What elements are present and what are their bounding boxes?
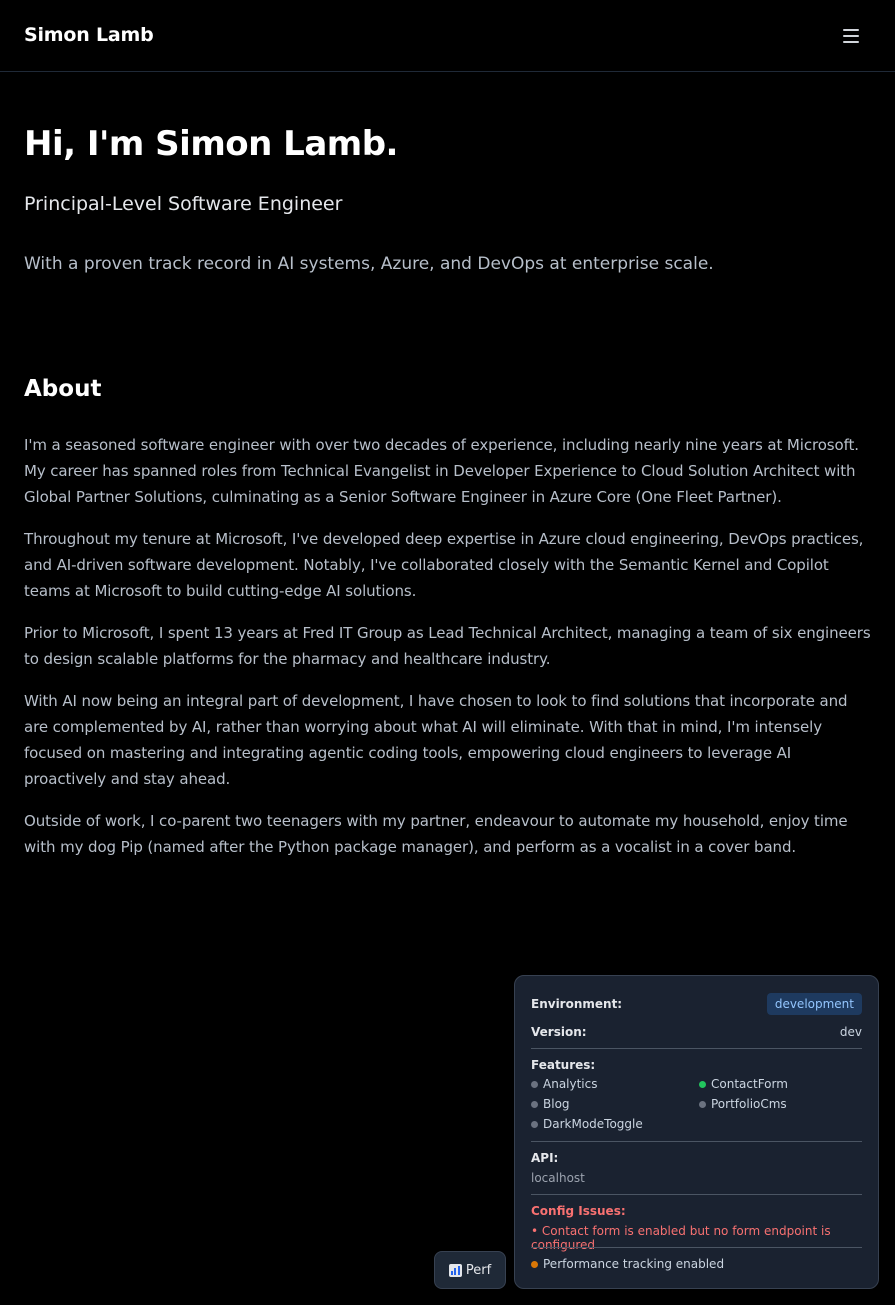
divider (531, 1048, 862, 1049)
divider (531, 1247, 862, 1248)
status-dot-icon (699, 1100, 706, 1108)
hero-subtitle: Principal-Level Software Engineer (24, 193, 343, 215)
hamburger-menu-icon[interactable] (838, 24, 864, 48)
feature-item: Blog (531, 1096, 699, 1112)
hero-title: Hi, I'm Simon Lamb. (24, 124, 398, 164)
api-value: localhost (531, 1171, 585, 1185)
status-dot-icon (531, 1260, 538, 1268)
divider (531, 1141, 862, 1142)
feature-item: Analytics (531, 1076, 699, 1092)
about-section: I'm a seasoned software engineer with ov… (24, 432, 872, 876)
feature-item: PortfolioCms (699, 1096, 863, 1112)
about-paragraph: I'm a seasoned software engineer with ov… (24, 436, 859, 506)
menu-line (843, 41, 859, 43)
status-dot-icon (531, 1080, 538, 1088)
status-dot-icon (531, 1120, 538, 1128)
dev-config-panel: Environment: development Version: dev Fe… (514, 975, 879, 1289)
config-issues-label: Config Issues: (531, 1204, 626, 1218)
version-row: Version: dev (531, 1025, 862, 1039)
feature-name: Blog (543, 1097, 570, 1111)
perf-button[interactable]: Perf (434, 1251, 506, 1289)
about-heading: About (24, 376, 102, 402)
status-dot-icon (531, 1100, 538, 1108)
feature-name: PortfolioCms (711, 1097, 787, 1111)
performance-status-row: Performance tracking enabled (531, 1257, 724, 1271)
api-label: API: (531, 1151, 559, 1165)
feature-item: ContactForm (699, 1076, 863, 1092)
version-value: dev (839, 1025, 862, 1039)
menu-line (843, 29, 859, 31)
about-paragraph: Throughout my tenure at Microsoft, I've … (24, 530, 864, 600)
status-dot-icon (699, 1080, 706, 1088)
about-paragraph: Prior to Microsoft, I spent 13 years at … (24, 624, 871, 668)
perf-button-label: Perf (465, 1262, 492, 1278)
features-label: Features: (531, 1058, 596, 1072)
menu-line (843, 35, 859, 37)
site-brand[interactable]: Simon Lamb (24, 24, 154, 46)
feature-name: ContactForm (711, 1077, 788, 1091)
about-paragraph: Outside of work, I co-parent two teenage… (24, 812, 848, 856)
features-list: Analytics ContactForm Blog PortfolioCms … (531, 1076, 863, 1132)
environment-row: Environment: development (531, 993, 862, 1015)
performance-status-text: Performance tracking enabled (543, 1257, 725, 1271)
about-paragraph: With AI now being an integral part of de… (24, 692, 848, 788)
feature-item: DarkModeToggle (531, 1116, 699, 1132)
feature-name: DarkModeToggle (543, 1117, 643, 1131)
environment-label: Environment: (531, 997, 623, 1011)
top-navigation-bar: Simon Lamb (0, 0, 895, 72)
bar-chart-icon (448, 1263, 462, 1277)
environment-badge: development (766, 993, 862, 1015)
divider (531, 1194, 862, 1195)
hero-description: With a proven track record in AI systems… (24, 254, 714, 274)
version-label: Version: (531, 1025, 587, 1039)
feature-name: Analytics (543, 1077, 598, 1091)
